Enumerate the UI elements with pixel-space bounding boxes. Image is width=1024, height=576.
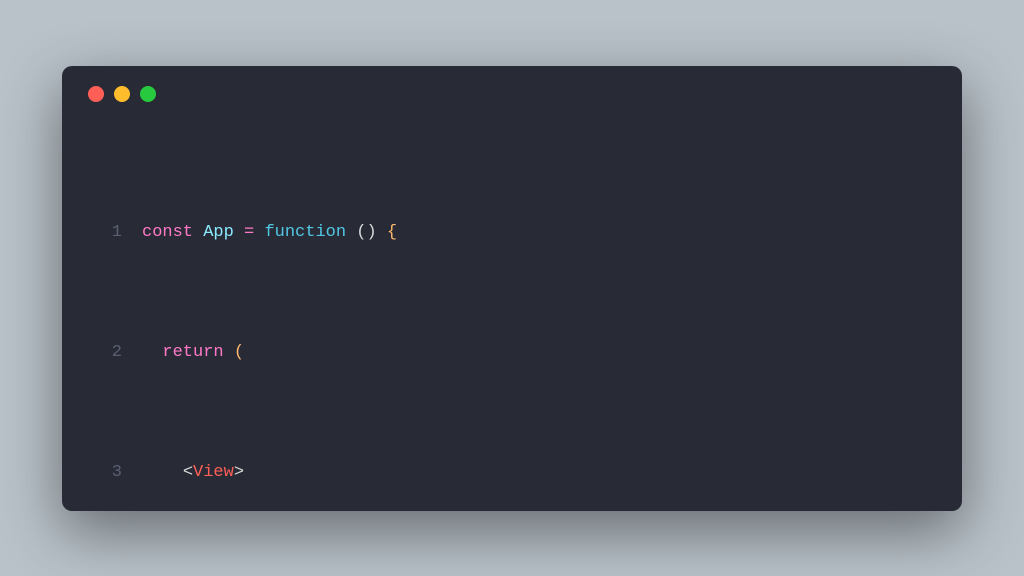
code-window: 1 const App = function () { 2 return ( 3…	[62, 66, 962, 511]
line-number: 2	[86, 338, 122, 368]
code-line: 2 return (	[86, 338, 938, 368]
line-number: 1	[86, 218, 122, 248]
code-block: 1 const App = function () { 2 return ( 3…	[86, 128, 938, 576]
minimize-icon[interactable]	[114, 86, 130, 102]
maximize-icon[interactable]	[140, 86, 156, 102]
close-icon[interactable]	[88, 86, 104, 102]
window-controls	[88, 86, 938, 102]
code-line: 1 const App = function () {	[86, 218, 938, 248]
code-content: <View>	[142, 458, 244, 488]
code-line: 3 <View>	[86, 458, 938, 488]
line-number: 3	[86, 458, 122, 488]
code-content: return (	[142, 338, 244, 368]
code-content: const App = function () {	[142, 218, 397, 248]
